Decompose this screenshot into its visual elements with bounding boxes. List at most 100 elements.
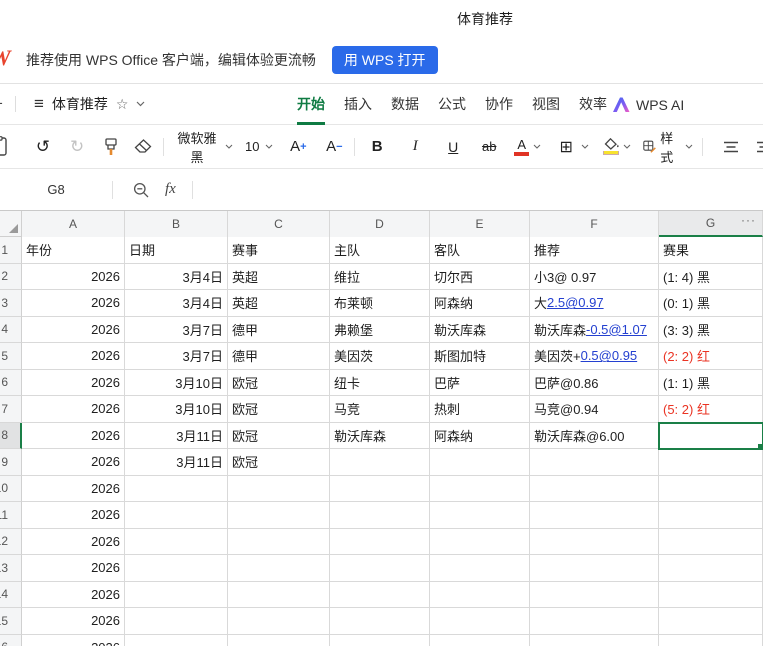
row-header-2[interactable]: 2 bbox=[0, 263, 22, 290]
align-middle-icon[interactable] bbox=[756, 137, 763, 157]
tab-5[interactable]: 协作 bbox=[485, 84, 513, 125]
tab-4[interactable]: 公式 bbox=[438, 84, 466, 125]
favorite-star-icon[interactable]: ☆ bbox=[116, 96, 129, 113]
cell-B4[interactable]: 3月7日 bbox=[125, 316, 228, 343]
cell-G3[interactable]: (0: 1) 黑 bbox=[659, 290, 763, 317]
cell-B1[interactable]: 日期 bbox=[125, 237, 228, 264]
cell-C4[interactable]: 德甲 bbox=[228, 316, 330, 343]
tab-2[interactable]: 插入 bbox=[344, 84, 372, 125]
column-header-A[interactable]: A bbox=[22, 211, 125, 237]
zoom-out-search-icon[interactable] bbox=[133, 182, 149, 198]
row-header-6[interactable]: 6 bbox=[0, 369, 22, 396]
cell-G16[interactable] bbox=[659, 634, 763, 646]
borders-chevron-down-icon[interactable] bbox=[581, 144, 589, 149]
cell-B9[interactable]: 3月11日 bbox=[125, 449, 228, 476]
cell-F4[interactable]: 勒沃库森 -0.5@1.07 bbox=[530, 316, 659, 343]
redo-button[interactable]: ↺ bbox=[66, 133, 88, 161]
recommendation-link[interactable]: 0.5@0.95 bbox=[581, 348, 638, 363]
tab-7[interactable]: 效率 bbox=[579, 84, 607, 125]
cell-C6[interactable]: 欧冠 bbox=[228, 369, 330, 396]
font-color-chevron-down-icon[interactable] bbox=[533, 144, 541, 149]
cell-B16[interactable] bbox=[125, 634, 228, 646]
cell-E16[interactable] bbox=[430, 634, 530, 646]
cell-G14[interactable] bbox=[659, 581, 763, 608]
doc-menu-chevron-down-icon[interactable] bbox=[136, 101, 145, 107]
cell-B11[interactable] bbox=[125, 502, 228, 529]
cell-E11[interactable] bbox=[430, 502, 530, 529]
cell-F15[interactable] bbox=[530, 608, 659, 635]
row-header-8[interactable]: 8 bbox=[0, 422, 22, 449]
cell-G6[interactable]: (1: 1) 黑 bbox=[659, 369, 763, 396]
cell-C8[interactable]: 欧冠 bbox=[228, 422, 330, 449]
wps-ai-button[interactable]: WPS AI bbox=[613, 84, 684, 125]
cell-G10[interactable] bbox=[659, 475, 763, 502]
italic-button[interactable]: I bbox=[404, 133, 426, 161]
cell-D15[interactable] bbox=[330, 608, 430, 635]
cell-B14[interactable] bbox=[125, 581, 228, 608]
cell-F7[interactable]: 马竞@0.94 bbox=[530, 396, 659, 423]
bold-button[interactable]: B bbox=[366, 133, 388, 161]
cell-C16[interactable] bbox=[228, 634, 330, 646]
cell-C15[interactable] bbox=[228, 608, 330, 635]
cell-C5[interactable]: 德甲 bbox=[228, 343, 330, 370]
cell-G5[interactable]: (2: 2) 红 bbox=[659, 343, 763, 370]
decrease-font-button[interactable]: A − bbox=[323, 133, 345, 161]
cell-A11[interactable]: 2026 bbox=[22, 502, 125, 529]
cell-A3[interactable]: 2026 bbox=[22, 290, 125, 317]
eraser-icon[interactable] bbox=[132, 133, 154, 161]
cell-A4[interactable]: 2026 bbox=[22, 316, 125, 343]
borders-button[interactable]: ⊞ bbox=[555, 133, 577, 161]
cell-B13[interactable] bbox=[125, 555, 228, 582]
cell-A13[interactable]: 2026 bbox=[22, 555, 125, 582]
cell-F10[interactable] bbox=[530, 475, 659, 502]
fill-color-button[interactable] bbox=[603, 138, 620, 155]
cell-E6[interactable]: 巴萨 bbox=[430, 369, 530, 396]
cell-A8[interactable]: 2026 bbox=[22, 422, 125, 449]
cell-E1[interactable]: 客队 bbox=[430, 237, 530, 264]
cell-C9[interactable]: 欧冠 bbox=[228, 449, 330, 476]
cell-C1[interactable]: 赛事 bbox=[228, 237, 330, 264]
styles-chevron-down-icon[interactable] bbox=[685, 144, 693, 149]
column-header-B[interactable]: B bbox=[125, 211, 228, 237]
cell-A2[interactable]: 2026 bbox=[22, 263, 125, 290]
cell-D5[interactable]: 美因茨 bbox=[330, 343, 430, 370]
cell-B5[interactable]: 3月7日 bbox=[125, 343, 228, 370]
cell-D14[interactable] bbox=[330, 581, 430, 608]
cell-A10[interactable]: 2026 bbox=[22, 475, 125, 502]
more-columns-icon[interactable]: ··· bbox=[741, 213, 756, 227]
cell-B6[interactable]: 3月10日 bbox=[125, 369, 228, 396]
cell-F16[interactable] bbox=[530, 634, 659, 646]
cell-F9[interactable] bbox=[530, 449, 659, 476]
cell-A15[interactable]: 2026 bbox=[22, 608, 125, 635]
undo-button[interactable]: ↺ bbox=[32, 133, 54, 161]
cell-D16[interactable] bbox=[330, 634, 430, 646]
cell-D1[interactable]: 主队 bbox=[330, 237, 430, 264]
row-header-16[interactable]: 16 bbox=[0, 634, 22, 646]
row-header-10[interactable]: 10 bbox=[0, 475, 22, 502]
column-header-E[interactable]: E bbox=[430, 211, 530, 237]
cell-E2[interactable]: 切尔西 bbox=[430, 263, 530, 290]
selection-fill-handle[interactable] bbox=[757, 443, 762, 449]
cell-F14[interactable] bbox=[530, 581, 659, 608]
cell-A6[interactable]: 2026 bbox=[22, 369, 125, 396]
cell-C7[interactable]: 欧冠 bbox=[228, 396, 330, 423]
cell-G8[interactable] bbox=[658, 421, 763, 450]
cell-B15[interactable] bbox=[125, 608, 228, 635]
font-name-chevron-down-icon[interactable] bbox=[225, 144, 233, 149]
cell-D3[interactable]: 布莱顿 bbox=[330, 290, 430, 317]
cell-E7[interactable]: 热刺 bbox=[430, 396, 530, 423]
cell-G11[interactable] bbox=[659, 502, 763, 529]
cell-name-box[interactable]: G8 bbox=[0, 182, 112, 197]
cell-B7[interactable]: 3月10日 bbox=[125, 396, 228, 423]
cell-A12[interactable]: 2026 bbox=[22, 528, 125, 555]
cell-G13[interactable] bbox=[659, 555, 763, 582]
cell-D4[interactable]: 弗赖堡 bbox=[330, 316, 430, 343]
cell-D13[interactable] bbox=[330, 555, 430, 582]
cell-A7[interactable]: 2026 bbox=[22, 396, 125, 423]
select-all-corner[interactable] bbox=[0, 211, 22, 236]
cell-D2[interactable]: 维拉 bbox=[330, 263, 430, 290]
cell-D11[interactable] bbox=[330, 502, 430, 529]
cell-B10[interactable] bbox=[125, 475, 228, 502]
align-top-icon[interactable] bbox=[720, 133, 742, 161]
cell-C12[interactable] bbox=[228, 528, 330, 555]
